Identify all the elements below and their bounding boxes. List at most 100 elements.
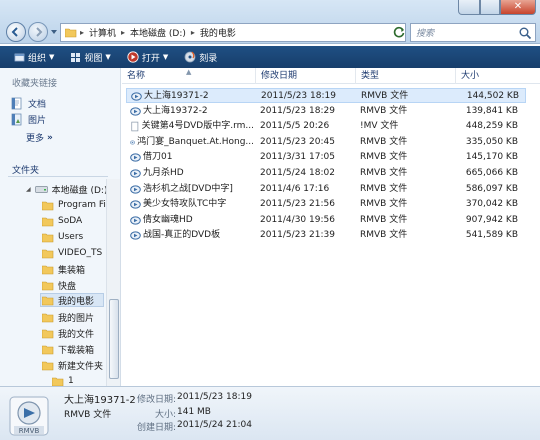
tree-item-folder[interactable]: 下载装箱	[42, 342, 94, 356]
tree-item-label: 1	[68, 376, 74, 386]
organize-button[interactable]: 组织 ▼	[8, 47, 60, 67]
back-button[interactable]	[6, 22, 26, 42]
rmvb-icon	[130, 106, 141, 116]
rmvb-icon	[130, 140, 136, 145]
details-size-label: 大小:	[155, 410, 177, 420]
file-name-cell: 美少女特攻队TC中字	[130, 198, 254, 211]
favorite-link-label: 文档	[28, 100, 47, 110]
file-name-cell: 大上海19372-2	[130, 105, 254, 118]
media-player-icon	[127, 51, 139, 63]
file-name-cell: 九月杀HD	[130, 167, 254, 180]
file-row[interactable]: 鸿门宴_Banquet.At.Hong... 2011/5/23 20:45 RMV…	[126, 135, 526, 150]
tree-item-my-movies[interactable]: 我的电影	[40, 293, 104, 307]
burn-button[interactable]: 刻录	[178, 47, 223, 67]
file-row[interactable]: 浩杉机之战[DVD中字] 2011/4/6 17:16 RMVB 文件 586,097…	[126, 182, 526, 197]
expand-arrow-icon[interactable]: ◢	[26, 186, 31, 193]
file-row[interactable]: 九月杀HD 2011/5/24 18:02 RMVB 文件 665,066 KB	[126, 166, 526, 181]
title-bar: ✕ ▸ 计算机 ▸ 本地磁盘 (D:) ▸ 我的电影 搜索	[0, 0, 540, 44]
column-header-date[interactable]: 修改日期	[256, 68, 356, 84]
file-row[interactable]: 关键第4号DVD版中字.rm... 2011/5/5 20:26 !MV 文件 448…	[126, 119, 526, 134]
file-row[interactable]: 战国-真正的DVD板 2011/5/23 21:39 RMVB 文件 541,589 …	[126, 228, 526, 243]
tree-item-folder[interactable]: Program Fil	[42, 198, 108, 212]
minimize-button[interactable]	[458, 0, 480, 15]
breadcrumb-separator[interactable]: ▸	[80, 28, 84, 37]
folder-icon	[42, 345, 54, 354]
views-button[interactable]: 视图 ▼	[64, 47, 116, 67]
tree-item-folder[interactable]: 集装箱	[42, 262, 85, 276]
file-size-cell: 541,589 KB	[465, 230, 518, 241]
tree-item-folder[interactable]: VIDEO_TS	[42, 246, 102, 260]
tree-item-folder[interactable]: Users	[42, 230, 83, 244]
breadcrumb-separator[interactable]: ▸	[121, 28, 125, 37]
file-size-cell: 448,259 KB	[465, 121, 518, 132]
close-button[interactable]: ✕	[500, 0, 536, 15]
document-icon	[131, 121, 139, 132]
maximize-button[interactable]	[480, 0, 500, 15]
rmvb-icon	[130, 184, 141, 194]
favorite-link-label: 图片	[28, 116, 47, 126]
file-date-cell: 2011/3/31 17:05	[260, 152, 335, 163]
search-input[interactable]: 搜索	[410, 23, 536, 42]
views-icon	[71, 52, 81, 62]
breadcrumb-separator[interactable]: ▸	[191, 28, 195, 37]
file-row[interactable]: 大上海19371-2 2011/5/23 18:19 RMVB 文件 144,502 …	[126, 88, 526, 103]
favorite-link-documents[interactable]: 文档	[11, 97, 46, 110]
search-icon[interactable]	[518, 26, 532, 40]
breadcrumb-my-movies[interactable]: 我的电影	[198, 26, 238, 39]
folder-icon	[42, 313, 54, 322]
tree-item-folder[interactable]: 我的文件	[42, 326, 94, 340]
tree-item-drive-d[interactable]: ◢ 本地磁盘 (D:)	[26, 182, 108, 196]
file-size-cell: 145,170 KB	[465, 152, 518, 163]
navigation-pane: 收藏夹链接 文档 图片 更多 » 文件夹 ◢ 本地磁盘 (D:) Program…	[0, 68, 121, 386]
forward-button[interactable]	[28, 22, 48, 42]
sort-arrow-icon: ▲	[186, 68, 192, 76]
tree-item-label: Users	[58, 232, 84, 242]
favorite-links-title: 收藏夹链接	[12, 79, 58, 89]
tree-item-folder[interactable]: 我的图片	[42, 310, 94, 324]
file-row[interactable]: 倩女幽魂HD 2011/4/30 19:56 RMVB 文件 907,942 KB	[126, 213, 526, 228]
tree-item-folder[interactable]: 快盘	[42, 278, 76, 292]
file-row[interactable]: 大上海19372-2 2011/5/23 18:29 RMVB 文件 139,841 …	[126, 104, 526, 119]
tree-item-folder[interactable]: 新建文件夹	[42, 358, 103, 372]
double-chevron-icon: »	[47, 132, 53, 143]
tree-item-label: 本地磁盘 (D:)	[51, 185, 108, 196]
file-date-cell: 2011/5/5 20:26	[260, 121, 330, 132]
details-created-label: 创建日期:	[137, 423, 177, 433]
folder-icon	[52, 377, 64, 386]
documents-icon	[11, 97, 22, 110]
file-size-cell: 335,050 KB	[465, 136, 518, 147]
tree-item-folder[interactable]: SoDA	[42, 214, 82, 228]
tree-item-folder[interactable]: 1	[52, 374, 74, 386]
file-date-cell: 2011/5/23 18:19	[261, 91, 336, 101]
history-dropdown-icon[interactable]	[50, 28, 58, 36]
open-button[interactable]: 打开 ▼	[121, 47, 174, 67]
file-name-cell: 鸿门宴_Banquet.At.Hong...	[130, 136, 254, 149]
address-bar[interactable]: ▸ 计算机 ▸ 本地磁盘 (D:) ▸ 我的电影	[60, 23, 406, 42]
organize-label: 组织	[28, 53, 47, 64]
more-links[interactable]: 更多 »	[26, 131, 53, 145]
details-pane: RMVB 大上海19371-2 RMVB 文件 修改日期: 2011/5/23 …	[0, 386, 540, 440]
organize-icon	[14, 53, 25, 61]
column-header-size[interactable]: 大小	[456, 68, 540, 84]
file-date-cell: 2011/5/23 18:29	[260, 105, 335, 116]
file-list: 名称 ▲ 修改日期 类型 大小 大上海19371-2 2011/5/23 18:1…	[122, 68, 540, 386]
section-divider	[8, 176, 108, 177]
rmvb-icon	[130, 200, 141, 209]
tree-scrollbar[interactable]	[106, 179, 120, 386]
favorite-link-pictures[interactable]: 图片	[11, 113, 46, 126]
folder-icon	[42, 361, 54, 370]
file-name: 九月杀HD	[143, 168, 184, 178]
breadcrumb-computer[interactable]: 计算机	[87, 26, 118, 39]
file-name-cell: 关键第4号DVD版中字.rm...	[130, 120, 254, 133]
details-file-name: 大上海19371-2	[64, 395, 136, 406]
file-row[interactable]: 借刀01 2011/3/31 17:05 RMVB 文件 145,170 KB	[126, 150, 526, 165]
folders-section-title[interactable]: 文件夹	[12, 163, 39, 176]
refresh-icon[interactable]	[392, 25, 406, 39]
drive-icon	[34, 185, 48, 193]
column-header-type[interactable]: 类型	[356, 68, 456, 84]
file-row[interactable]: 美少女特攻队TC中字 2011/5/23 21:56 RMVB 文件 370,042 …	[126, 197, 526, 212]
breadcrumb-drive-d[interactable]: 本地磁盘 (D:)	[128, 26, 188, 39]
folder-icon	[42, 217, 54, 226]
open-label: 打开	[141, 53, 160, 64]
scrollbar-thumb[interactable]	[109, 299, 119, 379]
